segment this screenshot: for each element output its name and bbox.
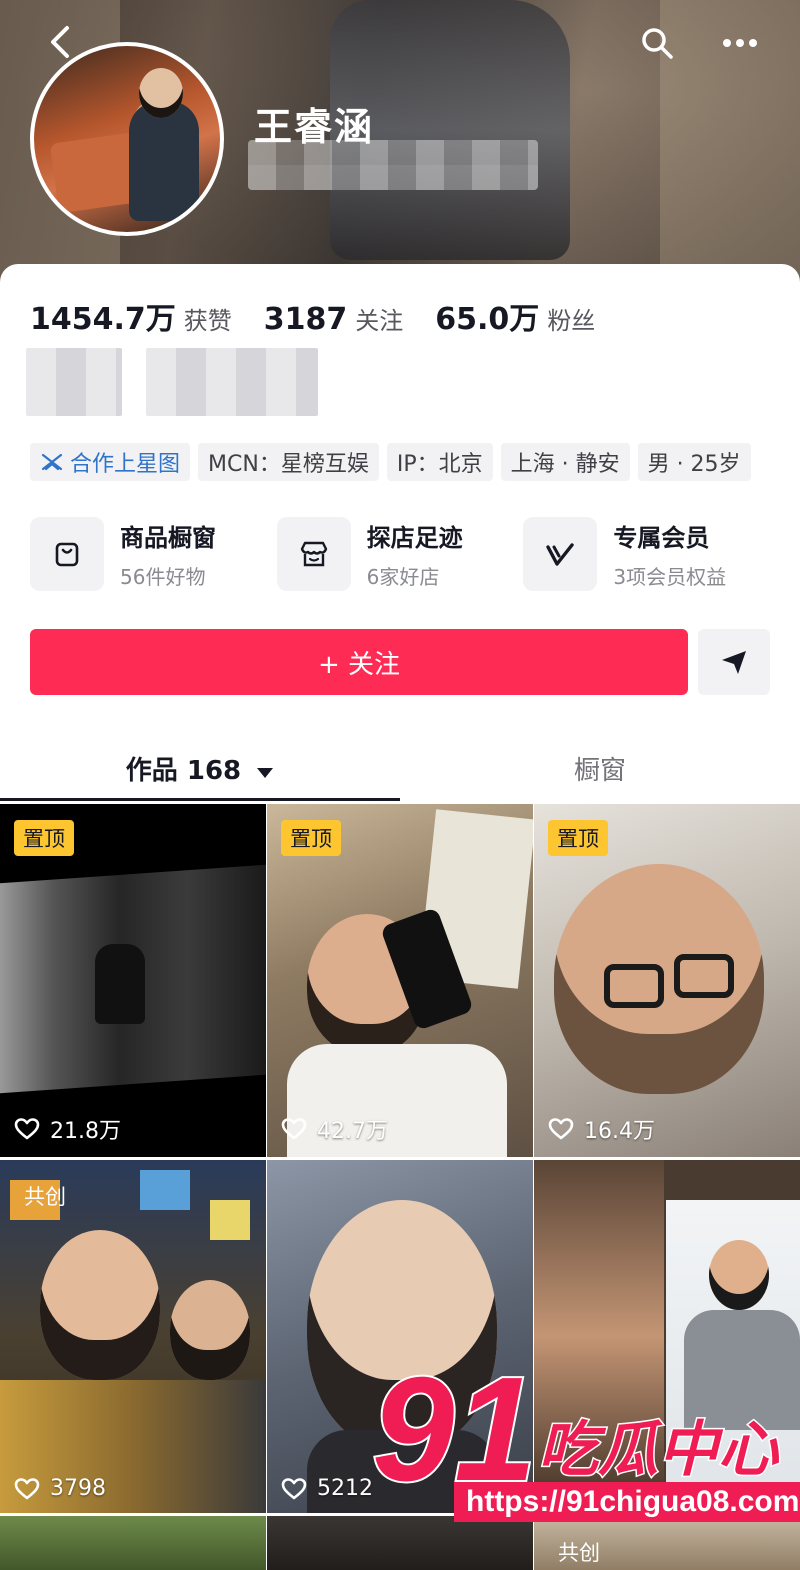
service-showcase-sub: 56件好物 [120, 565, 206, 589]
service-store-title: 探店足迹 [366, 524, 463, 552]
video-tile[interactable]: 置顶 42.7万 [267, 804, 533, 1157]
service-store-visits[interactable]: 探店足迹 6家好店 [276, 517, 524, 591]
heart-icon [281, 1477, 307, 1499]
followers-count: 65.0万 [435, 302, 540, 337]
thumbnail-lantern [140, 1170, 190, 1210]
vip-v-icon [523, 517, 598, 591]
collab-badge: 共创 [24, 1185, 66, 1209]
thumbnail-face [40, 1230, 160, 1380]
xingtu-icon [40, 450, 64, 474]
pinned-badge: 置顶 [548, 820, 608, 856]
send-icon [722, 651, 746, 674]
service-membership[interactable]: 专属会员 3项会员权益 [523, 517, 770, 591]
share-button[interactable] [698, 629, 770, 695]
blurred-account-id [248, 140, 538, 190]
watermark-url: https://91chigua08.com [454, 1482, 800, 1522]
avatar-body [129, 101, 199, 221]
thumbnail-face [170, 1280, 250, 1380]
video-tile[interactable] [0, 1516, 266, 1570]
collab-badge: 共创 [558, 1541, 600, 1565]
like-count-value: 21.8万 [50, 1119, 121, 1144]
blurred-bio [26, 348, 122, 416]
store-icon [276, 517, 351, 591]
following-label[interactable]: 关注 [355, 301, 403, 336]
like-count-value: 3798 [50, 1476, 106, 1501]
tag-row: 合作上星图 MCN：星榜互娱 IP：北京 上海 · 静安 男 · 25岁 [30, 443, 751, 481]
service-membership-sub: 3项会员权益 [613, 565, 727, 589]
tab-active-indicator [0, 798, 400, 801]
likes-label[interactable]: 获赞 [184, 301, 232, 336]
ip-tag: IP：北京 [386, 443, 493, 481]
cooperate-tag-label: 合作上星图 [70, 452, 181, 477]
like-count: 3798 [14, 1476, 106, 1501]
like-count-value: 42.7万 [317, 1119, 388, 1144]
heart-icon [281, 1118, 307, 1140]
like-count: 42.7万 [281, 1113, 388, 1145]
location-tag: 上海 · 静安 [500, 443, 630, 481]
thumbnail-glasses [674, 954, 734, 998]
tab-works-label: 作品 168 [125, 756, 242, 786]
svg-text:吃瓜中心: 吃瓜中心 [538, 1415, 780, 1485]
watermark: 91 吃瓜中心 https://91chigua08.com [368, 1345, 800, 1530]
mcn-tag: MCN：星榜互娱 [198, 443, 379, 481]
heart-icon [14, 1118, 40, 1140]
caret-down-icon [257, 768, 274, 778]
followers-label[interactable]: 粉丝 [547, 301, 595, 336]
more-icon[interactable] [714, 22, 766, 64]
shopping-bag-icon [30, 517, 104, 591]
blurred-bio [146, 348, 318, 416]
search-icon[interactable] [636, 22, 678, 64]
service-membership-title: 专属会员 [613, 524, 710, 552]
like-count: 5212 [281, 1476, 373, 1501]
profile-card: 1454.7万 获赞 3187 关注 65.0万 粉丝 合作上星图 MCN：星榜… [0, 264, 800, 804]
thumbnail-figure [95, 944, 145, 1024]
thumbnail-glasses [604, 964, 664, 1008]
service-showcase-title: 商品橱窗 [120, 524, 216, 552]
pinned-badge: 置顶 [281, 820, 341, 856]
video-tile[interactable]: 置顶 21.8万 [0, 804, 266, 1157]
video-tile[interactable]: 置顶 16.4万 [534, 804, 800, 1157]
heart-icon [14, 1477, 40, 1499]
gender-age-tag: 男 · 25岁 [637, 443, 751, 481]
service-store-sub: 6家好店 [366, 565, 440, 589]
thumbnail-lantern [210, 1200, 250, 1240]
pinned-badge: 置顶 [14, 820, 74, 856]
back-icon[interactable] [40, 22, 80, 62]
likes-count: 1454.7万 [30, 302, 176, 337]
cooperate-tag[interactable]: 合作上星图 [30, 443, 191, 481]
follow-button[interactable]: + 关注 [30, 629, 688, 695]
following-count: 3187 [263, 302, 348, 337]
tab-window[interactable]: 橱窗 [400, 742, 800, 802]
avatar[interactable] [30, 42, 224, 236]
content-tabs: 作品 168 橱窗 [0, 742, 800, 802]
thumbnail-face [709, 1240, 769, 1310]
like-count: 16.4万 [548, 1113, 655, 1145]
like-count: 21.8万 [14, 1113, 121, 1145]
heart-icon [548, 1118, 574, 1140]
stats-row: 1454.7万 获赞 3187 关注 65.0万 粉丝 [30, 294, 627, 338]
video-tile[interactable]: 共创 3798 [0, 1160, 266, 1513]
service-showcase[interactable]: 商品橱窗 56件好物 [30, 517, 277, 591]
like-count-value: 16.4万 [584, 1119, 655, 1144]
like-count-value: 5212 [317, 1476, 373, 1501]
tab-works[interactable]: 作品 168 [0, 742, 400, 802]
avatar-head [139, 68, 183, 118]
service-row: 商品橱窗 56件好物 探店足迹 6家好店 专属会员 3项会员权益 [30, 517, 770, 591]
